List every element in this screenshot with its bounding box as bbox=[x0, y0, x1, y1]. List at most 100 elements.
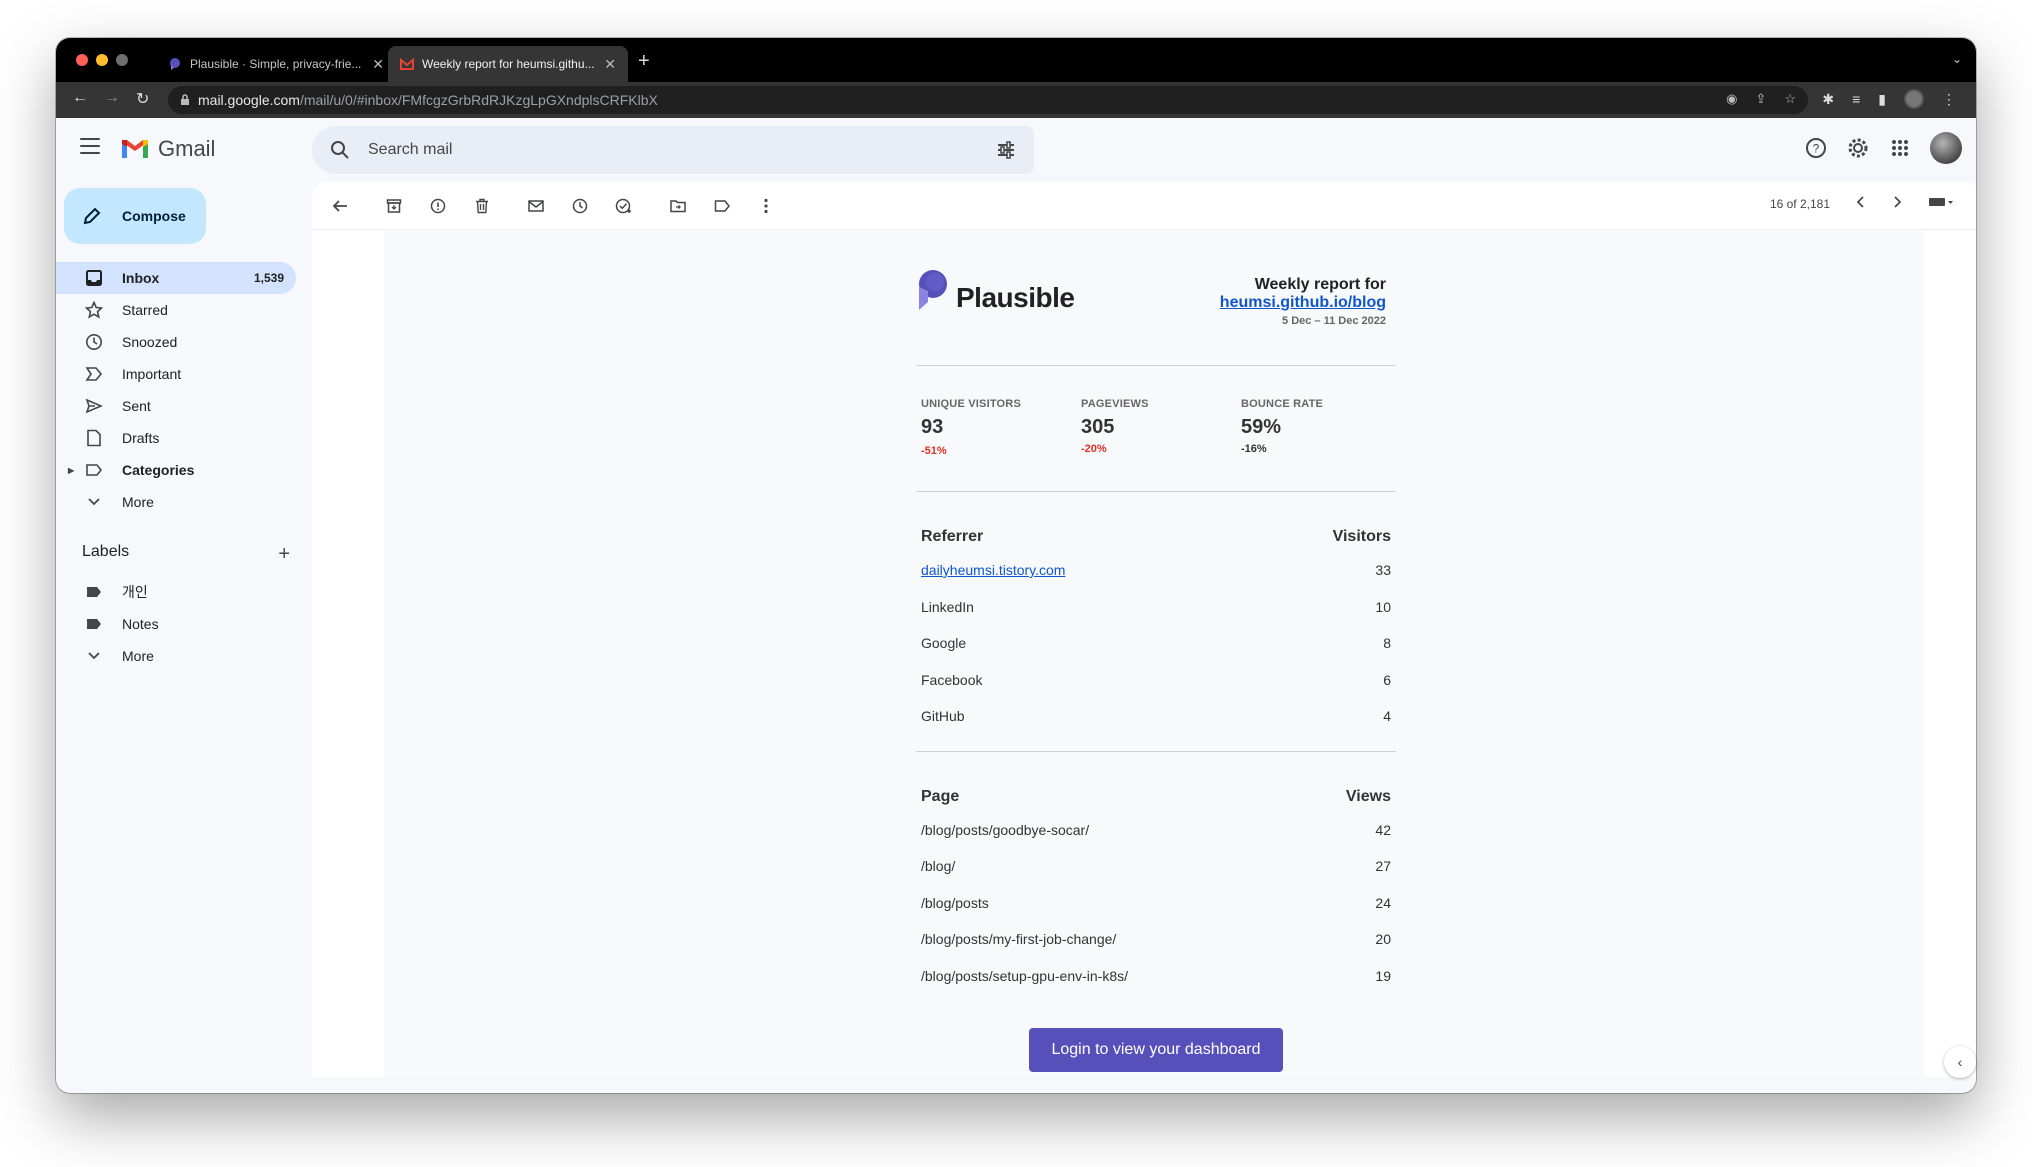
sidebar-item-label: Drafts bbox=[122, 430, 160, 446]
side-panel-icon[interactable]: ▮ bbox=[1878, 91, 1886, 108]
report-header: Plausible Weekly report for heumsi.githu… bbox=[916, 266, 1396, 366]
label-icon bbox=[84, 463, 104, 477]
gmail-wordmark: Gmail bbox=[158, 136, 216, 161]
gmail-logo[interactable]: Gmail bbox=[120, 136, 215, 162]
tab-strip: Plausible · Simple, privacy-frie... ✕ We… bbox=[56, 38, 1976, 82]
create-label-icon[interactable]: + bbox=[278, 543, 290, 566]
browser-menu-icon[interactable]: ⋮ bbox=[1942, 91, 1956, 108]
google-apps-icon[interactable] bbox=[1888, 136, 1912, 160]
table-row: /blog/posts/goodbye-socar/42 bbox=[916, 816, 1396, 853]
support-icon[interactable]: ? bbox=[1804, 136, 1828, 160]
compose-button[interactable]: Compose bbox=[64, 188, 206, 244]
row-label: /blog/posts/my-first-job-change/ bbox=[921, 931, 1117, 947]
sidebar-item-label: Categories bbox=[122, 462, 195, 478]
snooze-icon[interactable] bbox=[570, 196, 590, 216]
minimize-window-button[interactable] bbox=[96, 54, 108, 66]
table-row: dailyheumsi.tistory.com 33 bbox=[916, 556, 1396, 593]
sidebar-item-snoozed[interactable]: Snoozed bbox=[56, 326, 296, 358]
stat-pageviews: PAGEVIEWS 305 -20% bbox=[1081, 398, 1149, 455]
row-label: Facebook bbox=[921, 671, 983, 688]
search-icon[interactable] bbox=[330, 140, 350, 160]
url-field[interactable]: mail.google.com/mail/u/0/#inbox/FMfcgzGr… bbox=[168, 86, 1808, 114]
mark-unread-icon[interactable] bbox=[526, 196, 546, 216]
star-icon bbox=[84, 301, 104, 319]
newer-chevron-left-icon[interactable] bbox=[1856, 196, 1866, 211]
compose-label: Compose bbox=[122, 208, 186, 224]
sidebar-item-starred[interactable]: Starred bbox=[56, 294, 296, 326]
row-label: /blog/posts bbox=[921, 894, 989, 911]
input-tools-keyboard-icon[interactable] bbox=[1928, 196, 1954, 211]
url-path: /mail/u/0/#inbox/FMfcgzGrbRdRJKzgLpGXndp… bbox=[299, 92, 658, 108]
report-spam-icon[interactable] bbox=[428, 196, 448, 216]
close-window-button[interactable] bbox=[76, 54, 88, 66]
tab-gmail-report[interactable]: Weekly report for heumsi.githu... ✕ bbox=[388, 46, 628, 82]
sidebar-item-label-personal[interactable]: 개인 bbox=[56, 576, 296, 608]
search-bar[interactable] bbox=[312, 126, 1034, 174]
row-label: LinkedIn bbox=[921, 598, 974, 615]
account-avatar[interactable] bbox=[1930, 132, 1962, 164]
row-value: 42 bbox=[1375, 821, 1391, 838]
row-value: 6 bbox=[1383, 671, 1391, 688]
sidebar-item-inbox[interactable]: Inbox 1,539 bbox=[56, 262, 296, 294]
login-dashboard-button[interactable]: Login to view your dashboard bbox=[1029, 1028, 1283, 1072]
plausible-logo-icon bbox=[919, 270, 947, 310]
settings-gear-icon[interactable] bbox=[1846, 136, 1870, 160]
add-task-icon[interactable] bbox=[614, 196, 634, 216]
share-icon[interactable]: ⇪ bbox=[1755, 91, 1766, 107]
sidebar-item-important[interactable]: Important bbox=[56, 358, 296, 390]
lock-icon bbox=[181, 94, 189, 105]
reload-icon[interactable]: ↻ bbox=[136, 89, 149, 109]
archive-icon[interactable] bbox=[384, 196, 404, 216]
back-icon[interactable]: ← bbox=[72, 89, 88, 107]
stat-change: -16% bbox=[1241, 443, 1267, 455]
extensions-puzzle-icon[interactable]: ✱ bbox=[1822, 91, 1834, 108]
back-to-inbox-icon[interactable] bbox=[330, 196, 350, 216]
row-label: GitHub bbox=[921, 708, 965, 724]
search-options-icon[interactable] bbox=[996, 140, 1016, 160]
sidebar-item-drafts[interactable]: Drafts bbox=[56, 422, 296, 454]
reading-list-icon[interactable]: ≡ bbox=[1852, 91, 1860, 107]
row-value: 33 bbox=[1375, 562, 1391, 578]
search-input[interactable] bbox=[368, 141, 928, 159]
tab-search-icon[interactable]: ⌄ bbox=[1952, 52, 1962, 66]
close-tab-icon[interactable]: ✕ bbox=[604, 56, 616, 73]
referrer-link[interactable]: dailyheumsi.tistory.com bbox=[921, 562, 1065, 578]
table-row: /blog/posts 24 bbox=[916, 889, 1396, 926]
sidebar-item-label: More bbox=[122, 494, 154, 510]
sidebar-item-label: More bbox=[122, 648, 154, 664]
sidebar-item-categories[interactable]: ▶ Categories bbox=[56, 454, 296, 486]
more-actions-icon[interactable] bbox=[756, 196, 776, 216]
sidebar-item-sent[interactable]: Sent bbox=[56, 390, 296, 422]
tab-plausible[interactable]: Plausible · Simple, privacy-frie... ✕ bbox=[156, 46, 396, 82]
older-chevron-right-icon[interactable] bbox=[1892, 196, 1902, 211]
close-tab-icon[interactable]: ✕ bbox=[372, 56, 384, 73]
sidebar-item-more[interactable]: More bbox=[56, 486, 296, 518]
row-value: 19 bbox=[1375, 967, 1391, 984]
site-link[interactable]: heumsi.github.io/blog bbox=[1220, 294, 1386, 312]
url-host: mail.google.com bbox=[198, 92, 300, 108]
delete-icon[interactable] bbox=[472, 196, 492, 216]
move-to-icon[interactable] bbox=[668, 196, 688, 216]
table-row: /blog/posts/my-first-job-change/20 bbox=[916, 925, 1396, 962]
pencil-icon bbox=[83, 207, 101, 225]
new-tab-button[interactable]: + bbox=[638, 50, 650, 73]
column-header: Referrer bbox=[921, 528, 984, 545]
expand-caret-icon[interactable]: ▶ bbox=[68, 466, 74, 475]
forward-icon[interactable]: → bbox=[104, 89, 120, 107]
column-header: Page bbox=[921, 787, 960, 805]
main-menu-icon[interactable] bbox=[80, 138, 100, 159]
sidebar-item-labels-more[interactable]: More bbox=[56, 640, 296, 672]
extension-toolbar: ✱ ≡ ▮ ⋮ bbox=[1822, 89, 1956, 109]
bookmark-star-icon[interactable]: ☆ bbox=[1784, 91, 1796, 107]
sidebar-item-label-notes[interactable]: Notes bbox=[56, 608, 296, 640]
profile-avatar[interactable] bbox=[1904, 89, 1924, 109]
eye-icon[interactable]: ◉ bbox=[1726, 91, 1737, 107]
header-actions: ? bbox=[1804, 132, 1962, 164]
row-value: 8 bbox=[1383, 635, 1391, 651]
side-panel-toggle-icon[interactable]: ‹ bbox=[1944, 1046, 1976, 1078]
maximize-window-button[interactable] bbox=[116, 54, 128, 66]
label-tag-icon bbox=[84, 618, 104, 630]
column-header: Visitors bbox=[1332, 528, 1391, 545]
pagination-controls: 16 of 2,181 bbox=[1770, 196, 1954, 211]
labels-icon[interactable] bbox=[712, 196, 732, 216]
